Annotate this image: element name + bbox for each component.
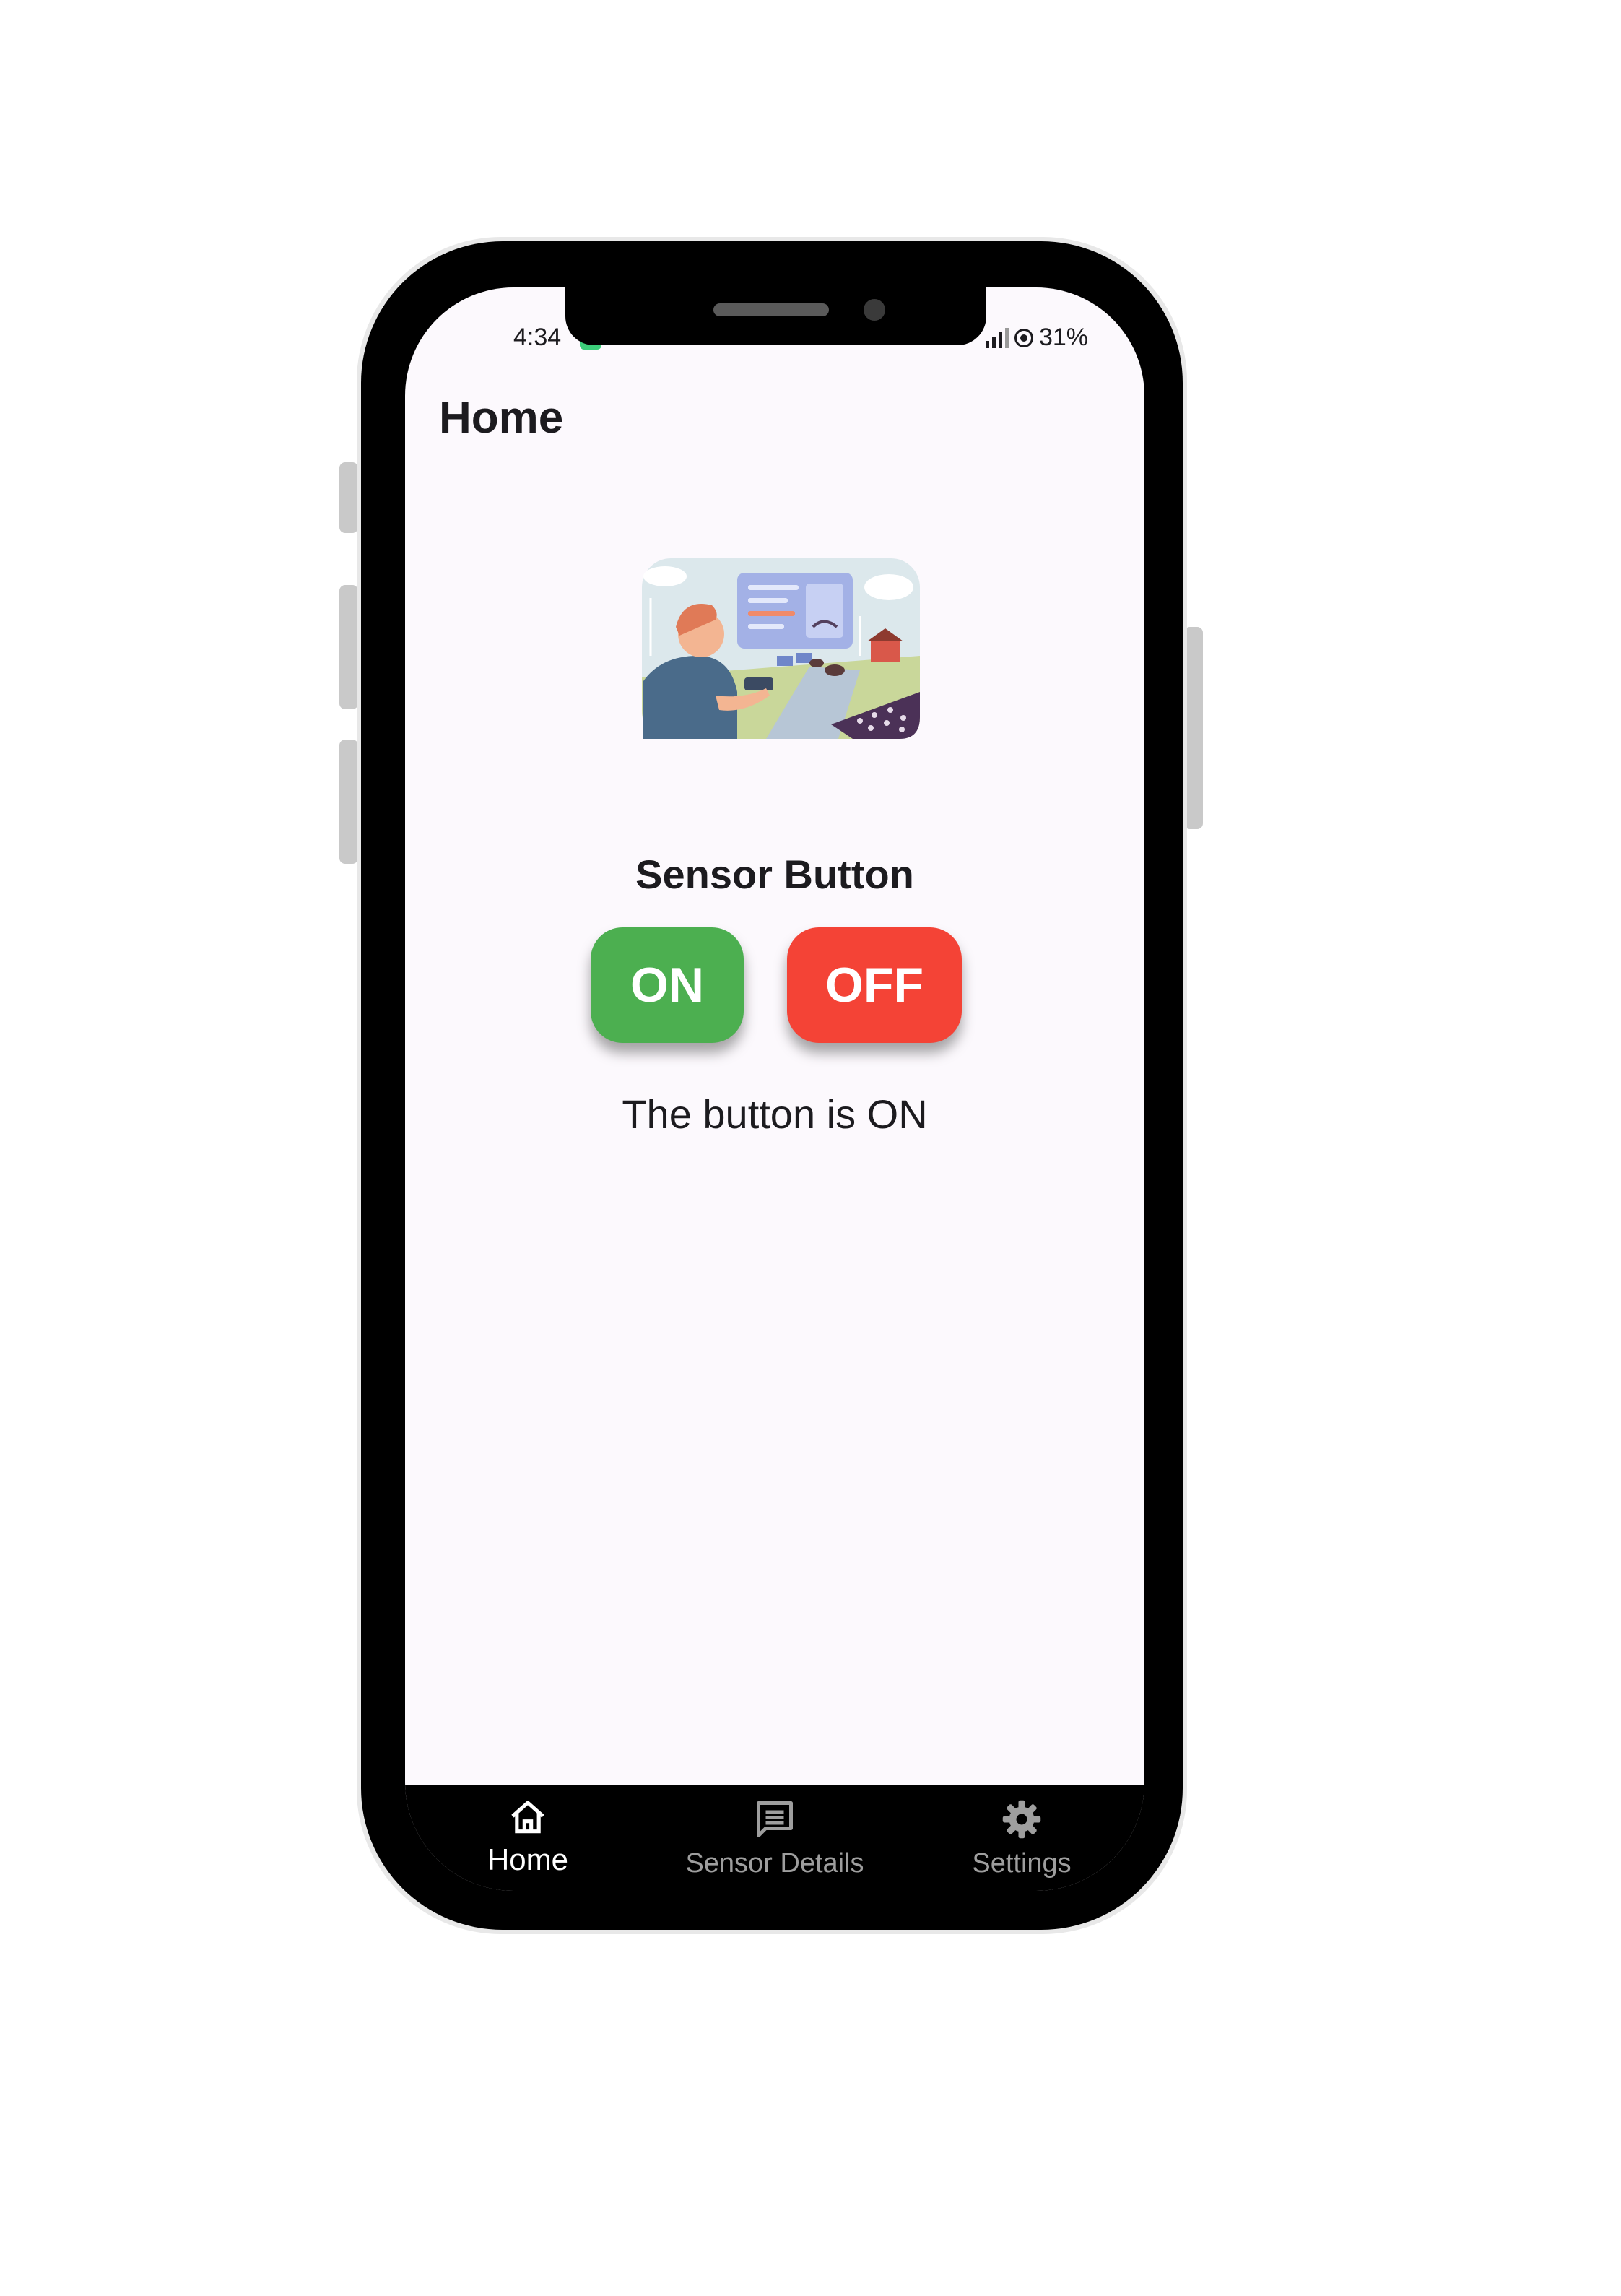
nav-label-home: Home (487, 1842, 569, 1876)
device-notch (565, 287, 986, 345)
sensor-section-title: Sensor Button (635, 852, 914, 897)
volume-down-button (339, 740, 358, 864)
battery-percent: 31% (1038, 324, 1088, 351)
volume-up-button (339, 585, 358, 709)
on-button[interactable]: ON (591, 927, 744, 1043)
status-indicators: 31% (985, 324, 1088, 352)
nav-item-sensor-details[interactable]: Sensor Details (652, 1798, 898, 1879)
nav-label-settings: Settings (972, 1848, 1072, 1879)
battery-icon (1014, 328, 1033, 347)
home-icon (511, 1801, 544, 1834)
speaker-grille (713, 303, 829, 316)
silent-switch (339, 462, 358, 533)
device-mockup: 4:34 31% Home Sensor Button ON OFF The b… (0, 0, 1621, 2296)
off-button[interactable]: OFF (787, 927, 962, 1043)
page-title: Home (439, 393, 564, 443)
button-status-text: The button is ON (622, 1091, 928, 1137)
signal-icon (985, 327, 1009, 348)
bottom-navigation: Home Sensor Details Settings (405, 1785, 1144, 1891)
message-icon (757, 1801, 793, 1837)
nav-item-home[interactable]: Home (405, 1798, 651, 1877)
nav-item-settings[interactable]: Settings (899, 1798, 1144, 1879)
farm-illustration (622, 547, 932, 746)
front-camera (864, 299, 885, 321)
status-time: 4:34 (513, 324, 562, 351)
nav-label-sensor-details: Sensor Details (685, 1848, 864, 1879)
app-screen: 4:34 31% Home Sensor Button ON OFF The b… (405, 287, 1144, 1891)
gear-icon (1002, 1800, 1041, 1839)
